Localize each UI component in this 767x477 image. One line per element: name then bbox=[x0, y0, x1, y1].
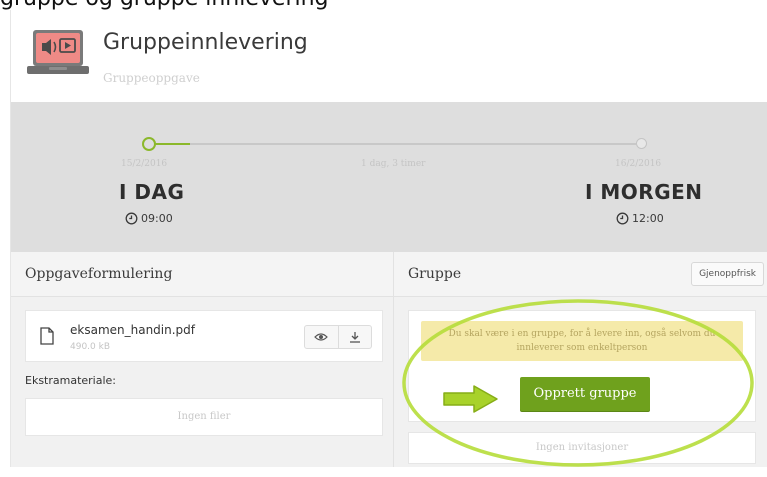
file-name-link[interactable]: eksamen_handin.pdf bbox=[70, 323, 195, 337]
preview-button[interactable] bbox=[305, 326, 338, 348]
duration-label: 1 dag, 3 timer bbox=[361, 159, 426, 169]
group-panel-title: Gruppe bbox=[408, 266, 462, 282]
arrow-right-icon bbox=[443, 385, 498, 413]
start-time-text: 09:00 bbox=[141, 212, 173, 225]
page-title: Gruppeinnlevering bbox=[103, 30, 308, 55]
file-action-group bbox=[304, 325, 372, 349]
start-time: 09:00 bbox=[125, 212, 173, 225]
end-time-text: 12:00 bbox=[632, 212, 664, 225]
clock-icon bbox=[616, 212, 629, 225]
start-day-label: I DAG bbox=[119, 180, 185, 204]
end-date: 16/2/2016 bbox=[615, 159, 662, 169]
timeline-start-dot bbox=[142, 137, 156, 151]
assignment-panel: Oppgaveformulering eksamen_handin.pdf 49… bbox=[11, 252, 394, 467]
deadline-timeline: 15/2/2016 1 dag, 3 timer 16/2/2016 I DAG… bbox=[11, 102, 767, 252]
timeline-track bbox=[190, 143, 636, 145]
eye-icon bbox=[314, 333, 329, 341]
refresh-button[interactable]: Gjenoppfrisk bbox=[691, 262, 764, 286]
end-time: 12:00 bbox=[616, 212, 664, 225]
timeline-progress bbox=[154, 143, 190, 145]
file-item: eksamen_handin.pdf 490.0 kB bbox=[25, 310, 383, 362]
group-required-warning: Du skal være i en gruppe, for å levere i… bbox=[421, 321, 743, 361]
assignment-panel-header: Oppgaveformulering bbox=[11, 252, 393, 297]
timeline-end-dot bbox=[636, 138, 647, 149]
laptop-media-icon bbox=[27, 30, 89, 74]
group-panel-header: Gruppe Gjenoppfrisk bbox=[394, 252, 767, 297]
app-frame: Gruppeinnlevering Gruppeoppgave 15/2/201… bbox=[10, 10, 767, 467]
no-files-box: Ingen filer bbox=[25, 398, 383, 436]
create-group-button[interactable]: Opprett gruppe bbox=[520, 377, 650, 411]
file-size: 490.0 kB bbox=[70, 342, 111, 352]
image-caption: gruppe og gruppe innlevering bbox=[0, 0, 767, 10]
extra-material-label: Ekstramateriale: bbox=[25, 374, 117, 387]
page-header: Gruppeinnlevering Gruppeoppgave bbox=[11, 10, 767, 102]
file-icon bbox=[40, 327, 54, 345]
assignment-panel-title: Oppgaveformulering bbox=[25, 266, 173, 282]
clock-icon bbox=[125, 212, 138, 225]
start-date: 15/2/2016 bbox=[121, 159, 168, 169]
download-icon bbox=[349, 332, 360, 343]
page-subtitle: Gruppeoppgave bbox=[103, 71, 200, 85]
download-button[interactable] bbox=[337, 326, 372, 348]
no-invitations-box: Ingen invitasjoner bbox=[408, 432, 756, 464]
end-day-label: I MORGEN bbox=[585, 180, 703, 204]
group-box: Du skal være i en gruppe, for å levere i… bbox=[408, 310, 756, 422]
group-panel: Gruppe Gjenoppfrisk Du skal være i en gr… bbox=[394, 252, 767, 467]
